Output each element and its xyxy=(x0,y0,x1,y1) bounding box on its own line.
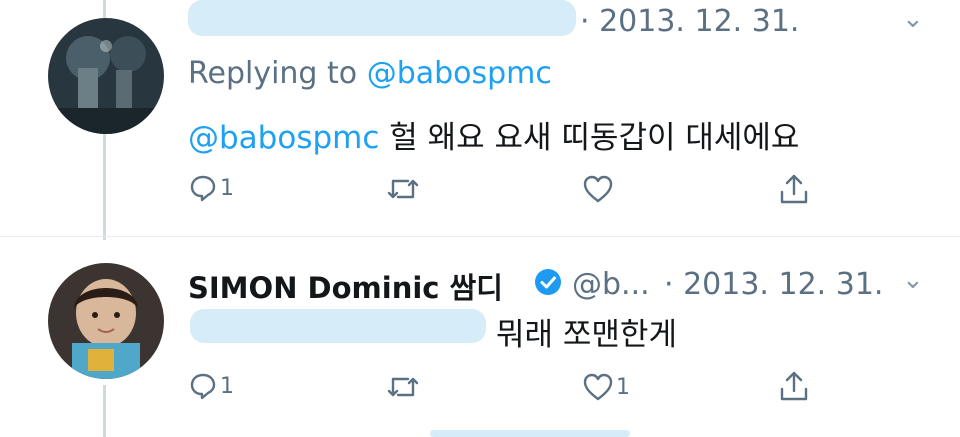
reply-icon xyxy=(190,175,216,202)
reply-button[interactable]: 1 xyxy=(188,371,234,401)
user-handle[interactable]: @b... xyxy=(572,267,650,302)
chevron-down-icon[interactable]: ⌄ xyxy=(902,265,924,295)
replying-prefix: Replying to xyxy=(188,56,358,91)
retweet-icon xyxy=(387,377,419,397)
replying-to: Replying to @babospmc xyxy=(188,56,552,91)
verified-badge-icon xyxy=(533,267,563,301)
tweet-2: SIMON Dominic 쌈디 @b... · 2013. 12. 31. ⌄… xyxy=(0,237,960,437)
display-name[interactable]: SIMON Dominic 쌈디 xyxy=(188,265,503,307)
share-button[interactable] xyxy=(778,172,810,206)
replying-handle-link[interactable]: @babospmc xyxy=(367,56,552,91)
like-button[interactable]: 1 xyxy=(582,372,630,402)
mention-link[interactable]: @babospmc xyxy=(188,120,379,156)
redacted-name xyxy=(188,0,576,36)
reply-icon xyxy=(190,373,216,400)
avatar[interactable] xyxy=(48,263,164,379)
tweet-date[interactable]: · 2013. 12. 31. xyxy=(664,267,883,302)
share-button[interactable] xyxy=(778,369,810,403)
reply-button[interactable]: 1 xyxy=(188,173,234,203)
tweet-body: 헐 왜요 요새 띠동갑이 대세에요 xyxy=(389,120,800,156)
chevron-down-icon[interactable]: ⌄ xyxy=(902,4,924,34)
tweet-text: @babospmc 헐 왜요 요새 띠동갑이 대세에요 xyxy=(188,112,799,157)
heart-icon xyxy=(583,175,613,203)
like-button[interactable] xyxy=(582,174,616,204)
redacted-mention xyxy=(190,309,486,343)
tweet-date[interactable]: · 2013. 12. 31. xyxy=(580,4,799,39)
reply-count: 1 xyxy=(220,373,234,399)
heart-icon xyxy=(583,373,613,401)
tweet-1: · 2013. 12. 31. ⌄ Replying to @babospmc … xyxy=(0,0,960,232)
avatar[interactable] xyxy=(48,18,164,134)
redacted-bottom xyxy=(430,430,630,437)
retweet-icon xyxy=(387,179,419,199)
share-icon xyxy=(780,371,808,401)
share-icon xyxy=(780,174,808,204)
like-count: 1 xyxy=(616,374,630,400)
retweet-button[interactable] xyxy=(386,373,422,401)
reply-count: 1 xyxy=(220,175,234,201)
tweet-body: 뭐래 쪼맨한게 xyxy=(496,317,677,353)
retweet-button[interactable] xyxy=(386,175,422,203)
